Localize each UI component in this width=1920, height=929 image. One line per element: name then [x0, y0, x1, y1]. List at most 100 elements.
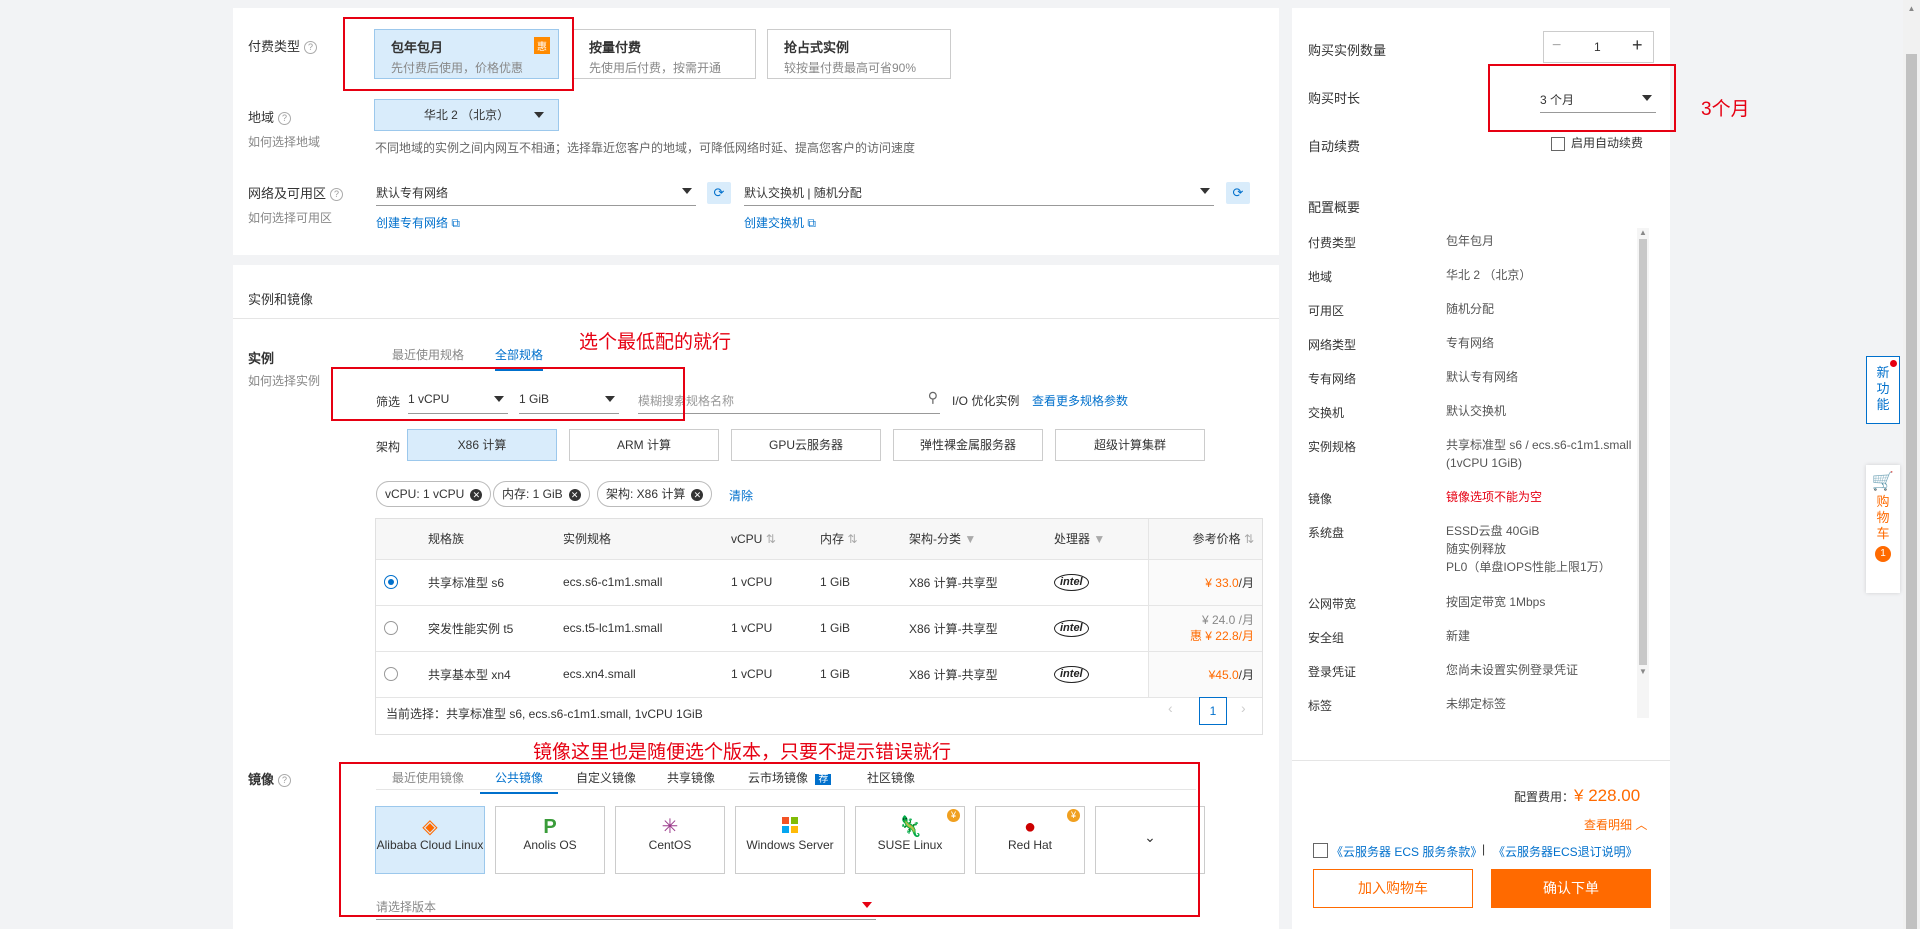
region-help-link[interactable]: 如何选择地域 [248, 133, 320, 150]
tag-text: 架构: X86 计算 [606, 487, 686, 501]
price-value: ¥45.0 [1208, 667, 1239, 682]
search-icon[interactable]: ⚲ [928, 389, 938, 406]
summary-value-line: 共享标准型 s6 / ecs.s6-c1m1.small [1446, 438, 1632, 452]
arch-x86-button[interactable]: X86 计算 [407, 429, 557, 461]
cart-button[interactable]: 🛒 购物车 1 [1866, 465, 1900, 593]
zone-help-link[interactable]: 如何选择可用区 [248, 209, 332, 226]
summary-key: 付费类型 [1308, 236, 1357, 250]
summary-key: 安全组 [1308, 631, 1345, 645]
refresh-icon[interactable]: ⟳ [1226, 182, 1250, 204]
refresh-icon[interactable]: ⟳ [707, 182, 731, 204]
discount-price: 惠 ¥ 22.8/月 [1189, 629, 1254, 643]
annotation-image-text: 镜像这里也是随便选个版本，只要不提示错误就行 [533, 742, 952, 763]
row-select-cell[interactable] [376, 559, 420, 606]
arch-hpc-button[interactable]: 超级计算集群 [1055, 429, 1205, 461]
ecs-refund-link[interactable]: 《云服务器ECS退订说明》 [1493, 843, 1638, 860]
summary-value: 未绑定标签 [1446, 697, 1507, 711]
quantity-stepper[interactable]: − 1 + [1543, 31, 1654, 63]
page-scrollbar[interactable]: ▲ [1903, 0, 1920, 929]
more-specs-link[interactable]: 查看更多规格参数 [1032, 392, 1128, 409]
auto-renew-checkbox[interactable]: 启用自动续费 [1551, 134, 1643, 151]
column-header[interactable]: 架构-分类 ▼ [901, 519, 1046, 560]
help-icon[interactable]: ? [304, 41, 318, 55]
summary-value: 按固定带宽 1Mbps [1446, 595, 1546, 609]
row-select-cell[interactable] [376, 651, 420, 698]
help-icon[interactable]: ? [330, 188, 344, 202]
arch-baremetal-button[interactable]: 弹性裸金属服务器 [893, 429, 1043, 461]
ecs-terms-link[interactable]: 《云服务器 ECS 服务条款》 [1331, 843, 1482, 860]
page-prev-button[interactable]: ‹ [1168, 700, 1173, 716]
external-link-icon: ⧉ [807, 216, 816, 230]
plus-icon[interactable]: + [1632, 35, 1643, 56]
create-vpc-link[interactable]: 创建专有网络 ⧉ [376, 214, 460, 231]
summary-scrollbar[interactable]: ▲ ▼ [1637, 228, 1649, 718]
memory-cell: 1 GiB [812, 651, 901, 698]
tab-recent-specs[interactable]: 最近使用规格 [392, 346, 464, 363]
table-row[interactable]: 突发性能实例 t5 ecs.t5-lc1m1.small 1 vCPU 1 Gi… [376, 605, 1262, 652]
arch-arm-button[interactable]: ARM 计算 [569, 429, 719, 461]
memory-cell: 1 GiB [812, 605, 901, 652]
page-next-button[interactable]: › [1241, 700, 1246, 716]
payment-option-payg[interactable]: 按量付费 先使用后付费，按需开通 [572, 29, 756, 79]
notification-dot-icon [1890, 360, 1897, 367]
scroll-up-arrow-icon[interactable]: ▲ [1637, 228, 1649, 237]
close-icon[interactable]: ✕ [568, 488, 581, 501]
scrollbar-thumb[interactable] [1906, 54, 1917, 929]
scrollbar-thumb[interactable] [1639, 239, 1647, 665]
duration-label: 购买时长 [1308, 91, 1361, 106]
confirm-order-button[interactable]: 确认下单 [1491, 869, 1651, 908]
add-to-cart-button[interactable]: 加入购物车 [1313, 869, 1473, 908]
select-column-header [376, 519, 420, 560]
arch-gpu-button[interactable]: GPU云服务器 [731, 429, 881, 461]
auto-renew-option-text: 启用自动续费 [1571, 136, 1644, 150]
close-icon[interactable]: ✕ [691, 488, 704, 501]
new-feature-button[interactable]: 新功能 [1866, 356, 1900, 424]
chevron-up-icon: ︿ [1635, 818, 1648, 832]
column-header[interactable]: 内存 ⇅ [812, 519, 901, 560]
summary-value: 默认交换机 [1446, 404, 1507, 418]
auto-renew-label: 自动续费 [1308, 139, 1361, 154]
terms-checkbox[interactable] [1313, 843, 1328, 858]
scroll-up-arrow-icon[interactable]: ▲ [1903, 0, 1920, 13]
family-cell: 突发性能实例 t5 [420, 605, 555, 652]
view-detail-link[interactable]: 查看明细 ︿ [1584, 816, 1647, 833]
vswitch-select[interactable]: 默认交换机 | 随机分配 [744, 176, 1214, 206]
column-header[interactable]: 处理器 ▼ [1046, 519, 1148, 560]
price-unit: /月 [1238, 575, 1254, 590]
vpc-select[interactable]: 默认专有网络 [376, 176, 696, 206]
sort-icon[interactable]: ⇅ [847, 532, 857, 546]
column-header-text: 内存 [820, 532, 845, 547]
summary-key: 地域 [1308, 270, 1333, 284]
cart-text: 购物车 [1876, 494, 1890, 541]
table-row[interactable]: 共享标准型 s6 ecs.s6-c1m1.small 1 vCPU 1 GiB … [376, 559, 1262, 606]
intel-logo-icon: intel [1054, 619, 1089, 637]
price-value: ¥ 24.0 /月 [1201, 613, 1254, 627]
create-vswitch-link[interactable]: 创建交换机 ⧉ [744, 214, 816, 231]
radio-button[interactable] [384, 621, 398, 636]
page-number-button[interactable]: 1 [1199, 697, 1227, 725]
arch-cell: X86 计算-共享型 [901, 651, 1046, 698]
quantity-value[interactable]: 1 [1594, 40, 1601, 54]
minus-icon[interactable]: − [1552, 37, 1561, 55]
radio-button-selected[interactable] [384, 575, 398, 590]
scroll-down-arrow-icon[interactable]: ▼ [1637, 667, 1649, 676]
close-icon[interactable]: ✕ [470, 488, 483, 501]
filter-icon[interactable]: ▼ [1093, 532, 1105, 546]
sort-icon[interactable]: ⇅ [1244, 532, 1254, 546]
filter-icon[interactable]: ▼ [964, 532, 976, 546]
help-icon[interactable]: ? [278, 112, 292, 126]
sort-icon[interactable]: ⇅ [766, 532, 776, 546]
help-icon[interactable]: ? [278, 774, 292, 788]
row-select-cell[interactable] [376, 605, 420, 652]
column-header[interactable]: 参考价格 ⇅ [1147, 519, 1262, 560]
clear-filters-link[interactable]: 清除 [729, 487, 753, 504]
column-header[interactable]: vCPU ⇅ [723, 519, 812, 560]
arch-cell: X86 计算-共享型 [901, 605, 1046, 652]
table-row[interactable]: 共享基本型 xn4 ecs.xn4.small 1 vCPU 1 GiB X86… [376, 651, 1262, 698]
instance-help-link[interactable]: 如何选择实例 [248, 372, 320, 389]
checkbox-icon[interactable] [1551, 136, 1565, 151]
radio-button[interactable] [384, 667, 398, 682]
image-label: 镜像? [248, 769, 292, 788]
payment-option-spot[interactable]: 抢占式实例 较按量付费最高可省90% [767, 29, 951, 79]
region-select[interactable]: 华北 2 （北京） [374, 99, 559, 131]
